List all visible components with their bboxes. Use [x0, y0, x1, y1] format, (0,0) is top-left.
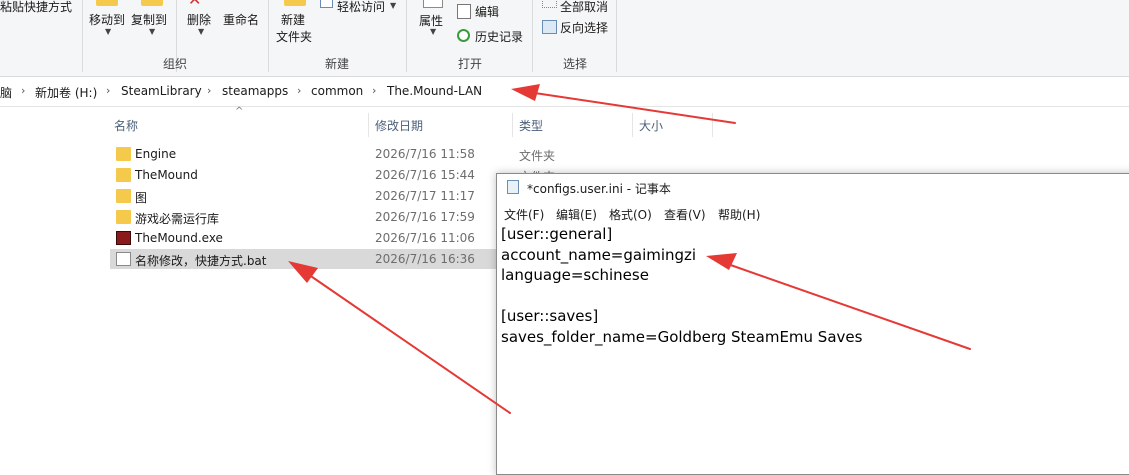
arrow-line — [301, 269, 511, 414]
arrow-head-icon — [706, 253, 737, 270]
arrow-line — [721, 261, 971, 350]
arrow-head-icon — [288, 261, 318, 283]
annotation-arrows — [288, 84, 971, 414]
arrow-head-icon — [511, 84, 540, 101]
arrow-line — [527, 91, 736, 124]
